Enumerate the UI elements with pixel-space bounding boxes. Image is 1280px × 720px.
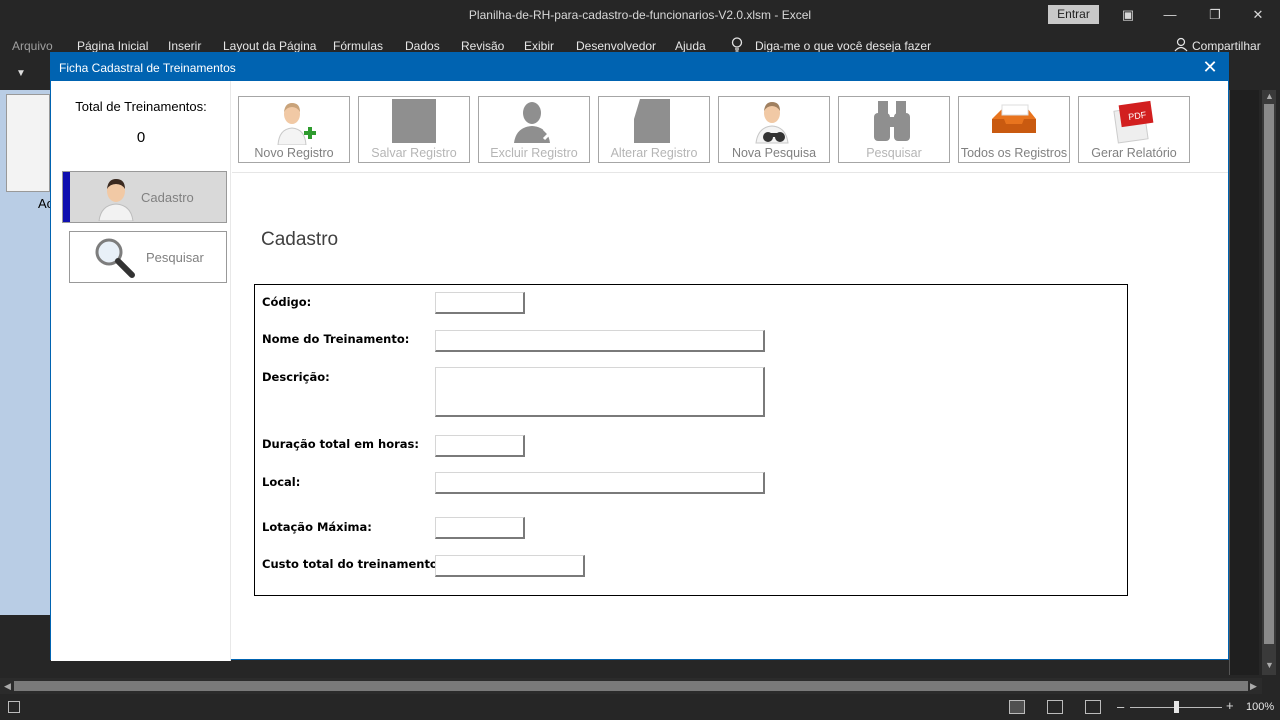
tab-inserir[interactable]: Inserir [168, 39, 201, 53]
custo-field[interactable] [435, 555, 585, 577]
save-icon [392, 99, 436, 143]
page-break-view-icon[interactable] [1085, 700, 1101, 714]
tab-desenvolvedor[interactable]: Desenvolvedor [576, 39, 656, 53]
lotacao-label: Lotação Máxima: [262, 520, 372, 534]
zoom-in-icon[interactable]: + [1226, 698, 1234, 713]
local-label: Local: [262, 475, 301, 489]
vertical-scrollbar[interactable]: ▲ ▼ [1262, 90, 1276, 675]
salvar-registro-label: Salvar Registro [371, 146, 457, 160]
dialog-title-bar: Ficha Cadastral de Treinamentos ✕ [51, 53, 1228, 81]
dialog-title: Ficha Cadastral de Treinamentos [59, 61, 236, 75]
gerar-relatorio-label: Gerar Relatório [1091, 146, 1177, 160]
total-trainings-value: 0 [136, 129, 146, 146]
zoom-level[interactable]: 100% [1246, 701, 1274, 713]
scroll-right-icon[interactable]: ▶ [1250, 681, 1257, 692]
minimize-button[interactable]: — [1160, 6, 1180, 24]
descricao-label: Descrição: [262, 370, 330, 384]
nome-label: Nome do Treinamento: [262, 332, 410, 346]
sign-in-button[interactable]: Entrar [1048, 5, 1099, 24]
active-indicator [63, 172, 70, 222]
lotacao-field[interactable] [435, 517, 525, 539]
pdf-icon: PDF [1113, 100, 1154, 144]
vertical-scroll-thumb[interactable] [1264, 104, 1274, 644]
delete-user-icon [514, 102, 556, 143]
todos-registros-button[interactable]: Todos os Registros [958, 96, 1070, 163]
total-trainings-label: Total de Treinamentos: [75, 99, 207, 114]
restore-button[interactable]: ❐ [1205, 6, 1225, 24]
worksheet-background: Ac [0, 90, 53, 615]
todos-registros-label: Todos os Registros [960, 146, 1068, 160]
worksheet-shape [6, 94, 50, 192]
nav-pesquisar-label: Pesquisar [146, 250, 204, 265]
tell-me-search[interactable]: Diga-me o que você deseja fazer [755, 39, 931, 53]
add-user-icon [277, 103, 316, 145]
nav-cadastro-label: Cadastro [141, 190, 194, 205]
worksheet-right-area [1229, 90, 1259, 675]
macro-record-icon[interactable] [8, 701, 20, 713]
binoculars-icon [874, 101, 910, 141]
tab-formulas[interactable]: Fórmulas [333, 39, 383, 53]
custo-label: Custo total do treinamento: [262, 557, 443, 571]
salvar-registro-button[interactable]: Salvar Registro [358, 96, 470, 163]
codigo-field[interactable] [435, 292, 525, 314]
tab-revisao[interactable]: Revisão [461, 39, 504, 53]
user-icon [98, 179, 134, 221]
alterar-registro-label: Alterar Registro [610, 146, 698, 160]
nav-cadastro-button[interactable]: Cadastro [62, 171, 227, 223]
pesquisar-button[interactable]: Pesquisar [838, 96, 950, 163]
status-bar: – + 100% [0, 696, 1280, 720]
nova-pesquisa-button[interactable]: Nova Pesquisa [718, 96, 830, 163]
title-bar: Planilha-de-RH-para-cadastro-de-funciona… [0, 0, 1280, 30]
duracao-label: Duração total em horas: [262, 437, 419, 451]
excluir-registro-button[interactable]: Excluir Registro [478, 96, 590, 163]
customize-qat-icon[interactable]: ▼ [16, 68, 26, 79]
excluir-registro-label: Excluir Registro [490, 146, 578, 160]
pesquisar-label: Pesquisar [866, 146, 922, 160]
horizontal-scroll-thumb[interactable] [14, 681, 1248, 691]
search-user-icon [755, 102, 789, 144]
tab-layout-da-pagina[interactable]: Layout da Página [223, 39, 316, 53]
record-toolbar: Novo Registro Salvar Registro Excluir Re… [232, 81, 1228, 173]
inbox-tray-icon [992, 104, 1036, 133]
left-panel: Total de Treinamentos: 0 Cadastro Pesqui… [51, 81, 231, 661]
ribbon-display-options-icon[interactable]: ▣ [1118, 6, 1138, 24]
nome-field[interactable] [435, 330, 765, 352]
scroll-left-icon[interactable]: ◀ [4, 681, 11, 692]
nova-pesquisa-label: Nova Pesquisa [731, 146, 817, 160]
tab-pagina-inicial[interactable]: Página Inicial [77, 39, 148, 53]
training-form-dialog: Ficha Cadastral de Treinamentos ✕ Total … [50, 52, 1229, 661]
edit-record-icon [634, 99, 670, 143]
gerar-relatorio-button[interactable]: PDF Gerar Relatório [1078, 96, 1190, 163]
tab-arquivo[interactable]: Arquivo [12, 39, 53, 53]
magnifier-icon [95, 238, 135, 278]
descricao-field[interactable] [435, 367, 765, 417]
normal-view-icon[interactable] [1009, 700, 1025, 714]
zoom-out-icon[interactable]: – [1117, 699, 1124, 714]
scroll-down-icon[interactable]: ▼ [1265, 660, 1274, 670]
novo-registro-button[interactable]: Novo Registro [238, 96, 350, 163]
novo-registro-label: Novo Registro [254, 146, 334, 160]
alterar-registro-button[interactable]: Alterar Registro [598, 96, 710, 163]
duracao-field[interactable] [435, 435, 525, 457]
page-layout-view-icon[interactable] [1047, 700, 1063, 714]
codigo-label: Código: [262, 295, 312, 309]
local-field[interactable] [435, 472, 765, 494]
scroll-up-icon[interactable]: ▲ [1265, 91, 1274, 101]
dialog-close-icon[interactable]: ✕ [1200, 57, 1220, 77]
tab-dados[interactable]: Dados [405, 39, 440, 53]
close-window-button[interactable]: ✕ [1248, 6, 1268, 24]
tab-ajuda[interactable]: Ajuda [675, 39, 706, 53]
section-title: Cadastro [261, 229, 339, 250]
zoom-slider-thumb[interactable] [1174, 701, 1179, 713]
nav-pesquisar-button[interactable]: Pesquisar [69, 231, 227, 283]
share-button[interactable]: Compartilhar [1192, 39, 1261, 53]
horizontal-scrollbar[interactable]: ◀ ▶ [0, 678, 1262, 694]
training-form: Código: Nome do Treinamento: Descrição: … [254, 284, 1128, 596]
tab-exibir[interactable]: Exibir [524, 39, 554, 53]
